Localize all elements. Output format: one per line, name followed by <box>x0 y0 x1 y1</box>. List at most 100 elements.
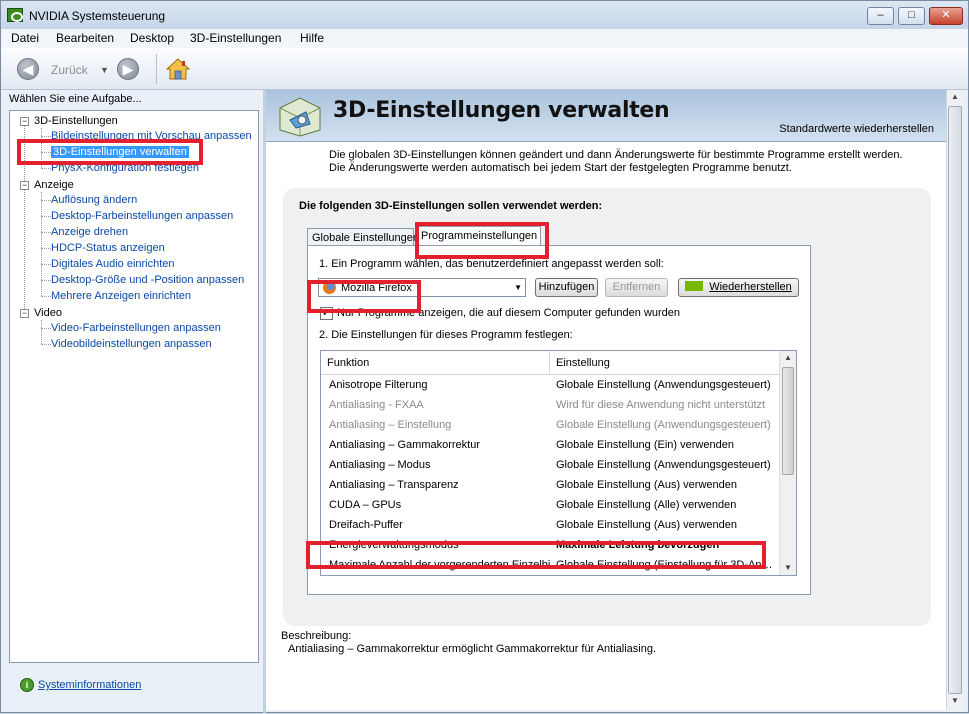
category-3d-einstellungen[interactable]: 3D-Einstellungen <box>34 115 118 127</box>
table-row[interactable]: Antialiasing - FXAA Wird für diese Anwend… <box>321 395 779 415</box>
cell-einstellung[interactable]: Wird für diese Anwendung nicht unterstüt… <box>556 399 774 411</box>
cell-funktion: Maximale Anzahl der vorgerenderten Einze… <box>329 559 551 571</box>
back-label[interactable]: Zurück <box>51 63 88 77</box>
table-row[interactable]: Anisotrope Filterung Globale Einstellung … <box>321 375 779 395</box>
sidebar-item-anzeige-drehen[interactable]: Anzeige drehen <box>51 226 128 238</box>
tree-connector <box>41 136 51 137</box>
scroll-up-icon[interactable]: ▲ <box>780 351 796 365</box>
table-row[interactable]: Antialiasing – Modus Globale Einstellung … <box>321 455 779 475</box>
scroll-down-icon[interactable]: ▼ <box>947 694 963 708</box>
minimize-button[interactable]: – <box>867 7 894 25</box>
menu-desktop[interactable]: Desktop <box>130 31 174 45</box>
tree-connector <box>41 296 51 297</box>
menu-bar: Datei Bearbeiten Desktop 3D-Einstellunge… <box>1 29 968 48</box>
maximize-button[interactable]: □ <box>898 7 925 25</box>
description-text: Antialiasing – Gammakorrektur ermöglicht… <box>288 643 657 655</box>
table-row[interactable]: CUDA – GPUs Globale Einstellung (Alle) ve… <box>321 495 779 515</box>
home-icon[interactable] <box>166 57 190 81</box>
system-info-link[interactable]: Systeminformationen <box>38 679 141 691</box>
forward-button[interactable]: ▶ <box>117 58 139 80</box>
content-scrollbar[interactable]: ▲ ▼ <box>946 90 963 710</box>
sidebar-item-physx[interactable]: PhysX-Konfiguration festlegen <box>51 162 199 174</box>
table-scrollbar[interactable]: ▲ ▼ <box>779 351 796 575</box>
cell-funktion: Anisotrope Filterung <box>329 379 428 391</box>
sidebar-item-mehrere-anzeigen[interactable]: Mehrere Anzeigen einrichten <box>51 290 191 302</box>
description-label: Beschreibung: <box>281 630 352 642</box>
page-title: 3D-Einstellungen verwalten <box>333 98 670 123</box>
system-info-icon: i <box>20 678 34 692</box>
menu-bearbeiten[interactable]: Bearbeiten <box>56 31 114 45</box>
content-panel: 3D-Einstellungen verwalten Standardwerte… <box>266 90 946 710</box>
remove-program-button[interactable]: Entfernen <box>605 278 668 297</box>
table-row[interactable]: Antialiasing – Transparenz Globale Einste… <box>321 475 779 495</box>
page-banner: 3D-Einstellungen verwalten Standardwerte… <box>266 90 946 142</box>
table-row[interactable]: Maximale Anzahl der vorgerenderten Einze… <box>321 555 779 575</box>
cell-einstellung[interactable]: Maximale Leistung bevorzugen <box>556 539 774 551</box>
cell-einstellung[interactable]: Globale Einstellung (Alle) verwenden <box>556 499 774 511</box>
cell-funktion: Antialiasing – Gammakorrektur <box>329 439 481 451</box>
tree-connector <box>41 152 51 153</box>
cell-einstellung[interactable]: Globale Einstellung (Ein) verwenden <box>556 439 774 451</box>
group-heading: Die folgenden 3D-Einstellungen sollen ve… <box>299 200 603 212</box>
back-button[interactable]: ◀ <box>17 58 39 80</box>
sidebar-item-desktop-farbe[interactable]: Desktop-Farbeinstellungen anpassen <box>51 210 233 222</box>
cell-funktion: Energieverwaltungsmodus <box>329 539 459 551</box>
tab-programmeinstellungen[interactable]: Programmeinstellungen <box>416 226 541 247</box>
program-select[interactable]: Mozilla Firefox ▼ <box>318 278 526 297</box>
table-row[interactable]: Energieverwaltungsmodus Maximale Leistung… <box>321 535 779 555</box>
sidebar-item-audio[interactable]: Digitales Audio einrichten <box>51 258 175 270</box>
nvidia-logo-icon <box>685 281 704 291</box>
content-scroll-thumb[interactable] <box>948 106 962 694</box>
sidebar-item-desktop-groesse[interactable]: Desktop-Größe und -Position anpassen <box>51 274 244 286</box>
column-header-funktion[interactable]: Funktion <box>321 351 549 375</box>
category-anzeige[interactable]: Anzeige <box>34 179 74 191</box>
restore-program-button[interactable]: Wiederherstellen <box>678 278 799 297</box>
firefox-icon <box>323 281 336 294</box>
table-row[interactable]: Dreifach-Puffer Globale Einstellung (Aus)… <box>321 515 779 535</box>
add-program-button[interactable]: Hinzufügen <box>535 278 598 297</box>
restore-defaults-link[interactable]: Standardwerte wiederherstellen <box>779 123 934 135</box>
collapse-anzeige-icon[interactable]: − <box>20 181 29 190</box>
sidebar-item-videobild[interactable]: Videobildeinstellungen anpassen <box>51 338 212 350</box>
menu-datei[interactable]: Datei <box>11 31 39 45</box>
tree-connector <box>41 168 51 169</box>
sidebar-item-3d-verwalten[interactable]: 3D-Einstellungen verwalten <box>51 146 189 158</box>
tree-connector <box>41 232 51 233</box>
category-video[interactable]: Video <box>34 307 62 319</box>
cell-einstellung[interactable]: Globale Einstellung (Anwendungsgesteuert… <box>556 419 774 431</box>
column-header-einstellung[interactable]: Einstellung <box>549 351 780 375</box>
step2-label: 2. Die Einstellungen für dieses Programm… <box>319 329 573 341</box>
collapse-video-icon[interactable]: − <box>20 309 29 318</box>
tree-connector <box>41 264 51 265</box>
intro-text: Die globalen 3D-Einstellungen können geä… <box>329 149 903 174</box>
cell-funktion: Dreifach-Puffer <box>329 519 403 531</box>
scroll-up-icon[interactable]: ▲ <box>947 90 963 104</box>
menu-3d-einstellungen[interactable]: 3D-Einstellungen <box>190 31 281 45</box>
table-scroll-thumb[interactable] <box>782 367 794 475</box>
show-found-only-label[interactable]: Nur Programme anzeigen, die auf diesem C… <box>337 307 680 319</box>
cell-einstellung[interactable]: Globale Einstellung (Aus) verwenden <box>556 479 774 491</box>
collapse-3d-icon[interactable]: − <box>20 117 29 126</box>
sidebar-item-bildeinstellungen[interactable]: Bildeinstellungen mit Vorschau anpassen <box>51 130 252 142</box>
table-row[interactable]: Antialiasing – Einstellung Globale Einste… <box>321 415 779 435</box>
cell-einstellung[interactable]: Globale Einstellung (Anwendungsgesteuert… <box>556 459 774 471</box>
settings-table: Funktion Einstellung Anisotrope Filterun… <box>320 350 797 576</box>
show-found-only-checkbox[interactable]: ✓ <box>320 307 333 320</box>
table-row[interactable]: Antialiasing – Gammakorrektur Globale Ein… <box>321 435 779 455</box>
sidebar-item-video-farbe[interactable]: Video-Farbeinstellungen anpassen <box>51 322 221 334</box>
scroll-down-icon[interactable]: ▼ <box>780 561 796 575</box>
step1-label: 1. Ein Programm wählen, das benutzerdefi… <box>319 258 664 270</box>
close-button[interactable]: ✕ <box>929 7 963 25</box>
toolbar: ◀ Zurück ▼ ▶ <box>1 48 968 90</box>
sidebar-item-hdcp[interactable]: HDCP-Status anzeigen <box>51 242 165 254</box>
cell-einstellung[interactable]: Globale Einstellung (Einstellung für 3D-… <box>556 559 774 571</box>
toolbar-separator <box>156 54 157 84</box>
cell-einstellung[interactable]: Globale Einstellung (Anwendungsgesteuert… <box>556 379 774 391</box>
sidebar-item-aufloesung[interactable]: Auflösung ändern <box>51 194 137 206</box>
cell-einstellung[interactable]: Globale Einstellung (Aus) verwenden <box>556 519 774 531</box>
3d-settings-icon <box>279 97 321 137</box>
task-tree: − 3D-Einstellungen Bildeinstellungen mit… <box>9 110 259 663</box>
nvidia-app-icon <box>7 8 23 22</box>
history-dropdown-icon[interactable]: ▼ <box>100 65 109 75</box>
menu-hilfe[interactable]: Hilfe <box>300 31 324 45</box>
